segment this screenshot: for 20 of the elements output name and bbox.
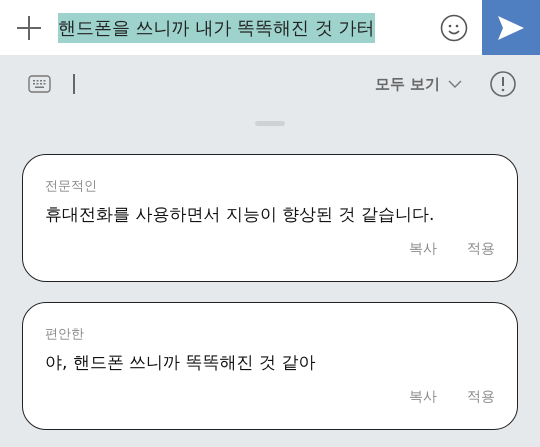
- apply-button[interactable]: 적용: [467, 240, 495, 258]
- plus-icon[interactable]: [15, 14, 43, 42]
- suggestion-card[interactable]: 편안한 야, 핸드폰 쓰니까 똑똑해진 것 같아 복사 적용: [22, 302, 518, 430]
- tone-label: 편안한: [45, 326, 84, 343]
- suggestion-text: 야, 핸드폰 쓰니까 똑똑해진 것 같아: [45, 352, 316, 374]
- view-all-button[interactable]: 모두 보기: [374, 74, 462, 94]
- copy-button[interactable]: 복사: [409, 240, 437, 258]
- keyboard-icon[interactable]: [28, 74, 51, 94]
- send-icon: [497, 14, 525, 40]
- copy-button[interactable]: 복사: [409, 388, 437, 406]
- tone-label: 전문적인: [45, 178, 97, 195]
- smiley-icon[interactable]: [440, 14, 468, 42]
- text-cursor: [73, 74, 75, 94]
- chevron-down-icon: [448, 80, 462, 88]
- apply-button[interactable]: 적용: [467, 388, 495, 406]
- send-button[interactable]: [482, 0, 540, 55]
- message-input-field[interactable]: 핸드폰을 쓰니까 내가 똑똑해진 것 가터: [58, 12, 375, 42]
- suggestion-card[interactable]: 전문적인 휴대전화를 사용하면서 지능이 향상된 것 같습니다. 복사 적용: [22, 154, 518, 282]
- suggestion-text: 휴대전화를 사용하면서 지능이 향상된 것 같습니다.: [45, 204, 434, 226]
- info-icon[interactable]: [490, 71, 516, 97]
